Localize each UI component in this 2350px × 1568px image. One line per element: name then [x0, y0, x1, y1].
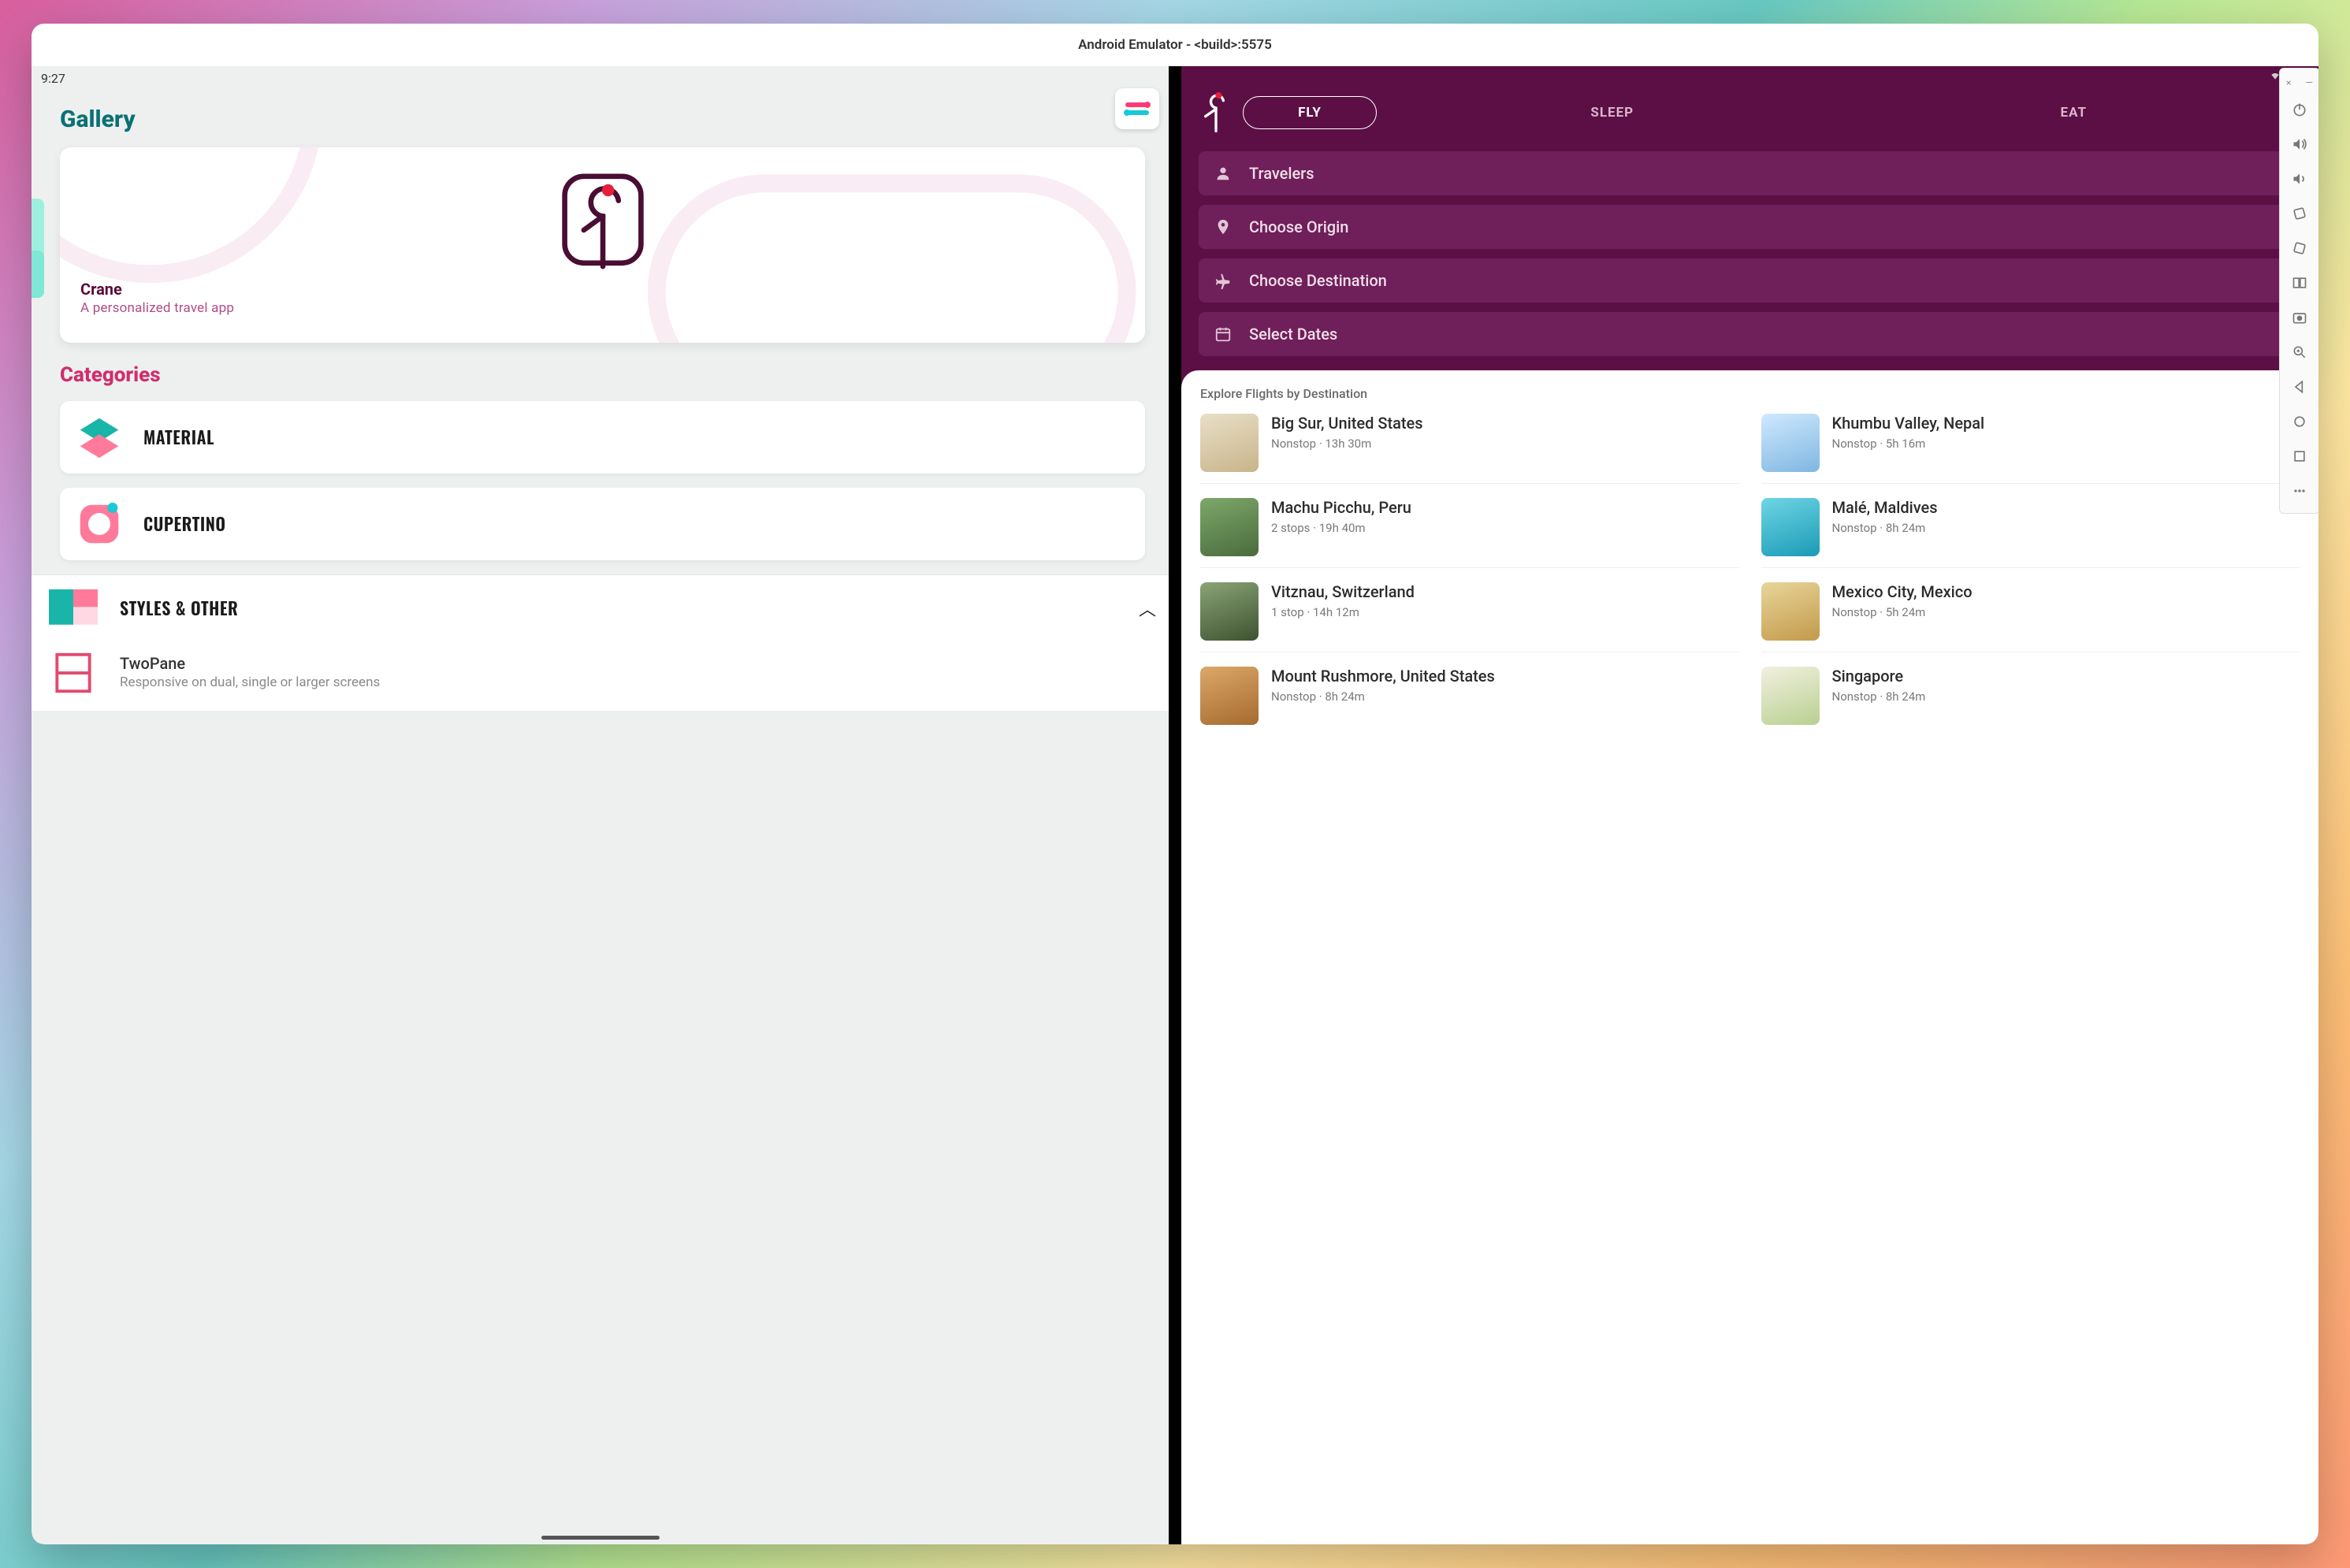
twopane-subtitle: Responsive on dual, single or larger scr… — [120, 674, 380, 690]
twopane-title: TwoPane — [120, 654, 380, 673]
destination-meta: Nonstop · 8h 24m — [1832, 521, 1938, 535]
status-clock: 9:27 — [41, 71, 65, 86]
location-icon — [1214, 218, 1232, 236]
destination-meta: 2 stops · 19h 40m — [1271, 521, 1411, 535]
zoom-icon[interactable] — [2280, 335, 2318, 370]
edge-tab-hint — [32, 199, 44, 298]
plane-icon — [1214, 272, 1232, 289]
destination-thumbnail — [1761, 667, 1820, 725]
split-divider[interactable] — [1169, 66, 1181, 1544]
destination-thumbnail — [1761, 582, 1820, 641]
destination-meta: Nonstop · 8h 24m — [1271, 689, 1495, 704]
destination-name: Mount Rushmore, United States — [1271, 667, 1495, 686]
destination-item[interactable]: Machu Picchu, Peru 2 stops · 19h 40m — [1200, 498, 1739, 568]
destination-meta: Nonstop · 13h 30m — [1271, 437, 1423, 451]
chevron-up-icon: ︿ — [1139, 596, 1156, 621]
status-bar-right — [1181, 66, 2318, 84]
emulator-toolbar: × — — [2279, 68, 2318, 514]
destination-thumbnail — [1761, 498, 1820, 556]
calendar-icon — [1214, 325, 1232, 343]
home-icon[interactable] — [2280, 404, 2318, 439]
destination-thumbnail — [1200, 498, 1259, 556]
hero-card-crane[interactable]: Crane A personalized travel app — [60, 147, 1145, 343]
styles-label: STYLES & OTHER — [120, 596, 1117, 621]
material-icon — [77, 415, 121, 459]
destination-item[interactable]: Malé, Maldives Nonstop · 8h 24m — [1761, 498, 2300, 568]
destination-item[interactable]: Khumbu Valley, Nepal Nonstop · 5h 16m — [1761, 414, 2300, 484]
twopane-icon — [49, 654, 98, 692]
destination-thumbnail — [1200, 414, 1259, 472]
destination-meta: 1 stop · 14h 12m — [1271, 605, 1415, 619]
destination-name: Malé, Maldives — [1832, 498, 1938, 518]
field-label: Travelers — [1249, 164, 1314, 183]
destination-meta: Nonstop · 5h 16m — [1832, 437, 1985, 451]
crane-logo-icon — [1200, 88, 1232, 137]
volume-up-icon[interactable] — [2280, 127, 2318, 162]
back-icon[interactable] — [2280, 370, 2318, 404]
destination-name: Vitznau, Switzerland — [1271, 582, 1415, 602]
field-origin[interactable]: Choose Origin — [1199, 205, 2301, 249]
overview-icon[interactable] — [2280, 439, 2318, 474]
gallery-pane: 9:27 Gallery Crane A personal — [32, 66, 1169, 1544]
cupertino-icon — [77, 502, 121, 546]
destination-name: Mexico City, Mexico — [1832, 582, 1973, 602]
window-title: Android Emulator - <build>:5575 — [32, 24, 2318, 66]
crane-pane: FLY SLEEP EAT Travelers Choose Origin Ch… — [1181, 66, 2318, 1544]
destination-name: Big Sur, United States — [1271, 414, 1423, 433]
emulator-window: Android Emulator - <build>:5575 × — 9:27… — [32, 24, 2318, 1544]
hero-card-name: Crane — [80, 280, 1125, 299]
styles-icon — [49, 589, 98, 627]
close-icon[interactable]: × — [2286, 77, 2291, 88]
power-icon[interactable] — [2280, 92, 2318, 127]
category-label: CUPERTINO — [143, 511, 226, 537]
destination-item[interactable]: Vitznau, Switzerland 1 stop · 14h 12m — [1200, 582, 1739, 652]
tab-sleep[interactable]: SLEEP — [1386, 97, 1839, 128]
categories-heading: Categories — [60, 363, 1145, 387]
category-cupertino[interactable]: CUPERTINO — [60, 488, 1145, 560]
destination-name: Singapore — [1832, 667, 1926, 686]
more-icon[interactable] — [2280, 474, 2318, 508]
destination-item[interactable]: Singapore Nonstop · 8h 24m — [1761, 667, 2300, 736]
gallery-title: Gallery — [60, 90, 1145, 147]
field-label: Select Dates — [1249, 325, 1337, 344]
destination-meta: Nonstop · 8h 24m — [1832, 689, 1926, 704]
field-destination[interactable]: Choose Destination — [1199, 258, 2301, 303]
volume-down-icon[interactable] — [2280, 162, 2318, 196]
destination-thumbnail — [1200, 582, 1259, 641]
field-label: Choose Destination — [1249, 271, 1387, 290]
nav-home-indicator[interactable] — [1691, 1536, 1809, 1540]
destination-item[interactable]: Mount Rushmore, United States Nonstop · 8… — [1200, 667, 1739, 736]
destination-item[interactable]: Mexico City, Mexico Nonstop · 5h 24m — [1761, 582, 2300, 652]
destination-name: Khumbu Valley, Nepal — [1832, 414, 1985, 433]
destination-name: Machu Picchu, Peru — [1271, 498, 1411, 518]
field-travelers[interactable]: Travelers — [1199, 151, 2301, 195]
theme-toggle-chip[interactable] — [1115, 88, 1159, 129]
nav-home-indicator[interactable] — [541, 1536, 660, 1540]
category-label: MATERIAL — [143, 425, 214, 450]
category-material[interactable]: MATERIAL — [60, 401, 1145, 474]
minimize-icon[interactable]: — — [2306, 77, 2313, 88]
rotate-left-icon[interactable] — [2280, 196, 2318, 231]
destination-thumbnail — [1200, 667, 1259, 725]
hero-card-subtitle: A personalized travel app — [80, 300, 1125, 316]
person-icon — [1214, 165, 1232, 182]
item-twopane[interactable]: TwoPane Responsive on dual, single or la… — [32, 641, 1169, 711]
fold-icon[interactable] — [2280, 266, 2318, 300]
field-dates[interactable]: Select Dates — [1199, 312, 2301, 356]
destination-meta: Nonstop · 5h 24m — [1832, 605, 1973, 619]
category-styles-other[interactable]: STYLES & OTHER ︿ — [32, 574, 1169, 641]
destination-item[interactable]: Big Sur, United States Nonstop · 13h 30m — [1200, 414, 1739, 484]
destination-thumbnail — [1761, 414, 1820, 472]
sheet-title: Explore Flights by Destination — [1200, 386, 2300, 401]
screenshot-icon[interactable] — [2280, 300, 2318, 335]
tab-eat[interactable]: EAT — [1848, 97, 2300, 128]
field-label: Choose Origin — [1249, 217, 1348, 236]
results-sheet: Explore Flights by Destination Big Sur, … — [1181, 370, 2318, 1544]
tab-fly[interactable]: FLY — [1243, 96, 1377, 129]
rotate-right-icon[interactable] — [2280, 231, 2318, 266]
